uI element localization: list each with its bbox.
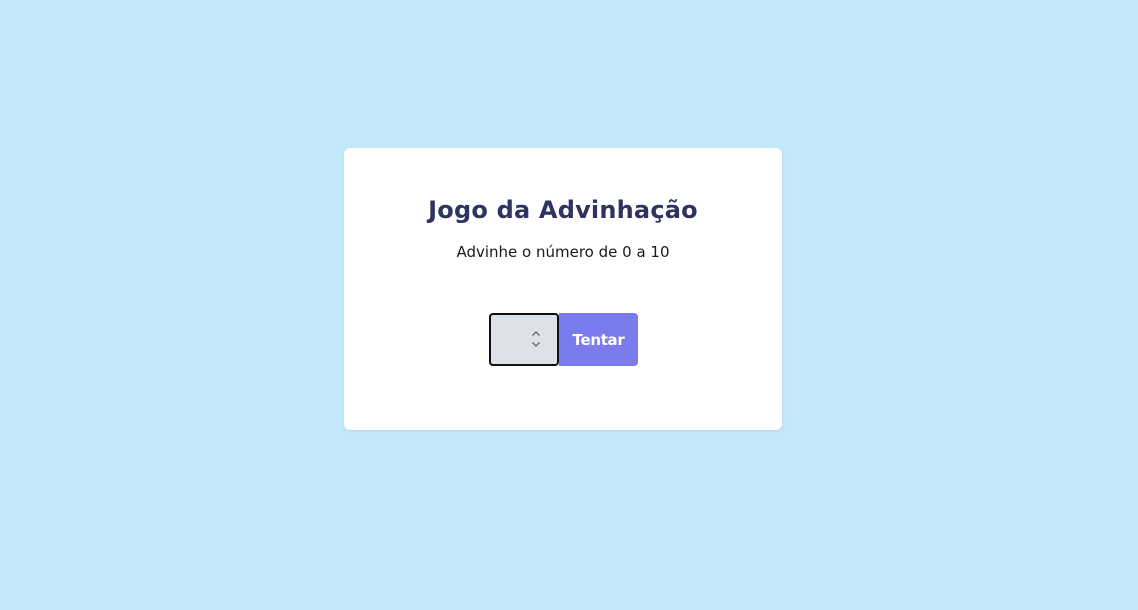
guess-number-input[interactable] xyxy=(489,313,559,366)
number-spinner[interactable] xyxy=(531,330,541,348)
chevron-up-icon[interactable] xyxy=(531,330,541,337)
page-title: Jogo da Advinhação xyxy=(428,196,698,224)
try-button[interactable]: Tentar xyxy=(559,313,638,366)
game-card: Jogo da Advinhação Advinhe o número de 0… xyxy=(344,148,782,430)
instructions-text: Advinhe o número de 0 a 10 xyxy=(456,243,670,261)
chevron-down-icon[interactable] xyxy=(531,341,541,348)
guess-form: Tentar xyxy=(489,313,638,366)
